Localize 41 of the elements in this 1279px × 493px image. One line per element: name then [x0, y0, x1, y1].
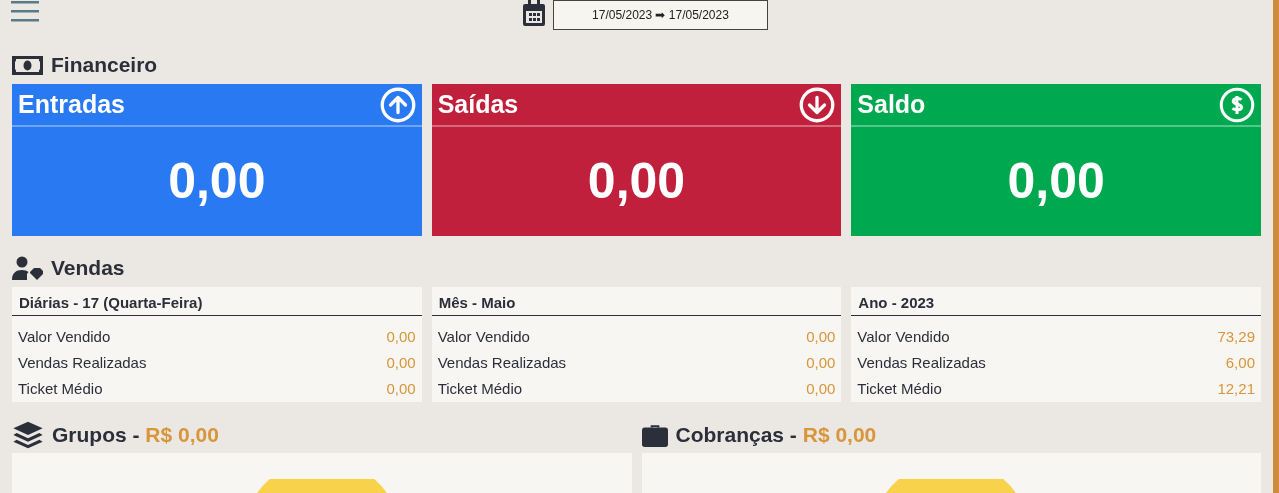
row-value: 0,00 [806, 378, 836, 399]
card-value: 0,00 [168, 152, 266, 211]
card-title: Entradas [18, 88, 125, 120]
briefcase-icon [641, 423, 668, 447]
row-value: 73,29 [1217, 326, 1255, 347]
card-value: 0,00 [1007, 152, 1105, 211]
row-value: 0,00 [386, 378, 416, 399]
row-label: Ticket Médio [437, 378, 523, 399]
row-value: 0,00 [806, 352, 836, 373]
row-label: Ticket Médio [18, 378, 103, 399]
table-title: Mês - Maio [438, 292, 516, 313]
row-label: Ticket Médio [857, 378, 942, 399]
card-title: Saldo [857, 88, 926, 120]
arrow-up-icon [379, 86, 416, 123]
row-value: 0,00 [386, 326, 416, 347]
dollar-icon [1219, 86, 1255, 123]
table-title: Ano - 2023 [858, 292, 935, 313]
row-value: 0,00 [386, 352, 416, 373]
row-label: Valor Vendido [18, 326, 111, 347]
row-label: Vendas Realizadas [437, 352, 567, 373]
row-label: Valor Vendido [857, 326, 950, 347]
menu-icon[interactable] [11, 0, 39, 22]
row-label: Vendas Realizadas [857, 352, 986, 373]
user-tag-icon [12, 256, 43, 280]
card-value: 0,00 [587, 152, 686, 211]
panel-title: Cobranças - R$ 0,00 [675, 422, 877, 449]
date-range-field[interactable]: 17/05/2023 ➡ 17/05/2023 [553, 0, 768, 30]
section-title: Vendas [51, 255, 125, 282]
calendar-icon[interactable] [523, 0, 545, 26]
card-title: Saídas [437, 88, 519, 120]
row-value: 0,00 [806, 326, 836, 347]
row-label: Valor Vendido [437, 326, 530, 347]
arrow-down-icon [799, 86, 836, 123]
panel-title: Grupos - R$ 0,00 [52, 422, 219, 449]
table-title: Diárias - 17 (Quarta-Feira) [19, 292, 203, 313]
money-icon [12, 55, 43, 75]
row-label: Vendas Realizadas [18, 352, 147, 373]
row-value: 12,21 [1217, 378, 1255, 399]
row-value: 6,00 [1225, 352, 1255, 373]
layers-icon [12, 420, 44, 450]
section-title: Financeiro [51, 52, 158, 79]
